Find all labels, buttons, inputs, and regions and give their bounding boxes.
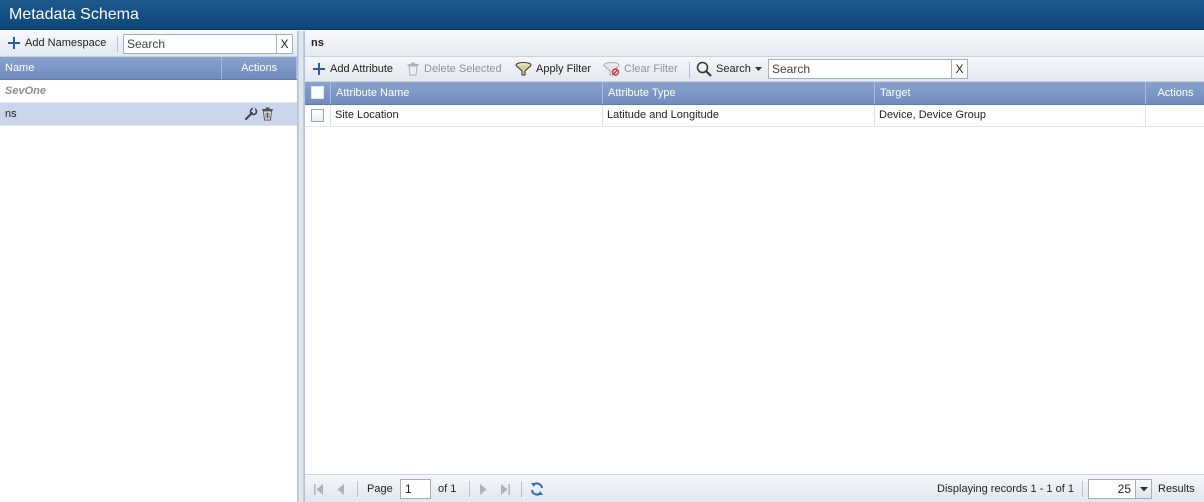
- cell-attribute-type: Latitude and Longitude: [603, 105, 875, 126]
- column-header-target[interactable]: Target: [875, 82, 1146, 104]
- column-header-attribute-type[interactable]: Attribute Type: [603, 82, 875, 104]
- namespace-group-row[interactable]: SevOne: [0, 80, 297, 103]
- next-page-icon[interactable]: [475, 481, 491, 497]
- first-page-icon[interactable]: [311, 481, 327, 497]
- plus-icon: [7, 36, 21, 50]
- attribute-grid-header: Attribute Name Attribute Type Target Act…: [305, 82, 1204, 105]
- clear-filter-label: Clear Filter: [624, 63, 678, 75]
- cell-actions: [1146, 105, 1204, 126]
- attribute-search-input[interactable]: [769, 60, 951, 78]
- toolbar-separator: [689, 62, 690, 78]
- namespace-name: ns: [5, 108, 17, 120]
- namespace-search-clear-button[interactable]: X: [276, 35, 292, 53]
- cell-attribute-name: Site Location: [331, 105, 603, 126]
- namespace-grid-header: Name Actions: [0, 57, 297, 80]
- search-menu-button[interactable]: Search: [696, 61, 762, 77]
- apply-filter-button[interactable]: Apply Filter: [515, 62, 591, 76]
- clear-filter-button[interactable]: Clear Filter: [603, 62, 678, 76]
- select-all-checkbox[interactable]: [311, 86, 324, 99]
- plus-icon: [312, 62, 326, 76]
- page-size-select[interactable]: 25: [1088, 479, 1152, 499]
- namespace-search: X: [123, 34, 293, 54]
- toolbar-separator: [117, 36, 118, 52]
- cell-target: Device, Device Group: [875, 105, 1146, 126]
- page-title: Metadata Schema: [9, 6, 139, 23]
- delete-selected-label: Delete Selected: [424, 63, 502, 75]
- attribute-search: X: [768, 59, 968, 79]
- column-header-name[interactable]: Name: [0, 57, 223, 79]
- add-attribute-label: Add Attribute: [330, 63, 393, 75]
- select-all-cell: [305, 82, 331, 104]
- namespace-panel: Add Namespace X Name Actions SevOne ns: [0, 31, 298, 502]
- namespace-search-input[interactable]: [124, 35, 276, 53]
- results-label: Results: [1158, 483, 1195, 495]
- namespace-row[interactable]: ns: [0, 103, 297, 126]
- attribute-search-clear-button[interactable]: X: [951, 60, 967, 78]
- records-display-text: Displaying records 1 - 1 of 1: [937, 483, 1074, 495]
- refresh-icon[interactable]: [528, 480, 546, 498]
- add-namespace-label: Add Namespace: [25, 37, 107, 49]
- delete-selected-button[interactable]: Delete Selected: [406, 62, 502, 76]
- attribute-panel-header: ns: [305, 31, 1204, 57]
- chevron-down-icon: [754, 63, 762, 75]
- page-number-input[interactable]: 1: [400, 479, 431, 499]
- namespace-row-actions: [244, 107, 274, 124]
- attribute-panel: ns Add Attribute Delete Selected Apply F…: [304, 31, 1204, 502]
- add-namespace-button[interactable]: Add Namespace: [7, 36, 106, 50]
- search-menu-label: Search: [716, 63, 751, 75]
- row-checkbox[interactable]: [311, 109, 324, 122]
- namespace-group-label: SevOne: [5, 85, 46, 97]
- last-page-icon[interactable]: [497, 481, 513, 497]
- pager-separator: [521, 481, 522, 497]
- wrench-icon[interactable]: [244, 107, 258, 124]
- title-bar: Metadata Schema: [0, 0, 1204, 30]
- pager-separator: [357, 481, 358, 497]
- pager-separator: [469, 481, 470, 497]
- table-row[interactable]: Site Location Latitude and Longitude Dev…: [305, 105, 1204, 127]
- column-header-actions[interactable]: Actions: [222, 57, 297, 79]
- previous-page-icon[interactable]: [333, 481, 349, 497]
- chevron-down-icon[interactable]: [1135, 480, 1151, 498]
- clear-filter-icon: [603, 62, 620, 76]
- page-label: Page: [367, 483, 393, 495]
- row-select-cell: [305, 105, 331, 126]
- namespace-toolbar: Add Namespace X: [0, 31, 297, 57]
- trash-icon: [406, 62, 420, 76]
- apply-filter-label: Apply Filter: [536, 63, 592, 75]
- attribute-panel-title: ns: [311, 37, 324, 49]
- attribute-grid: Attribute Name Attribute Type Target Act…: [305, 82, 1204, 127]
- pager-separator: [1082, 481, 1083, 497]
- attribute-toolbar: Add Attribute Delete Selected Apply Filt…: [305, 57, 1204, 82]
- page-size-value: 25: [1117, 482, 1131, 496]
- trash-icon[interactable]: [261, 107, 274, 124]
- page-count-label: of 1: [438, 483, 457, 495]
- add-attribute-button[interactable]: Add Attribute: [312, 62, 393, 76]
- column-header-attribute-name[interactable]: Attribute Name: [331, 82, 603, 104]
- column-header-actions[interactable]: Actions: [1146, 82, 1204, 104]
- filter-icon: [515, 62, 532, 76]
- search-icon: [696, 61, 712, 77]
- paging-toolbar: Page 1 of 1 Displaying records 1 - 1 of …: [305, 474, 1204, 502]
